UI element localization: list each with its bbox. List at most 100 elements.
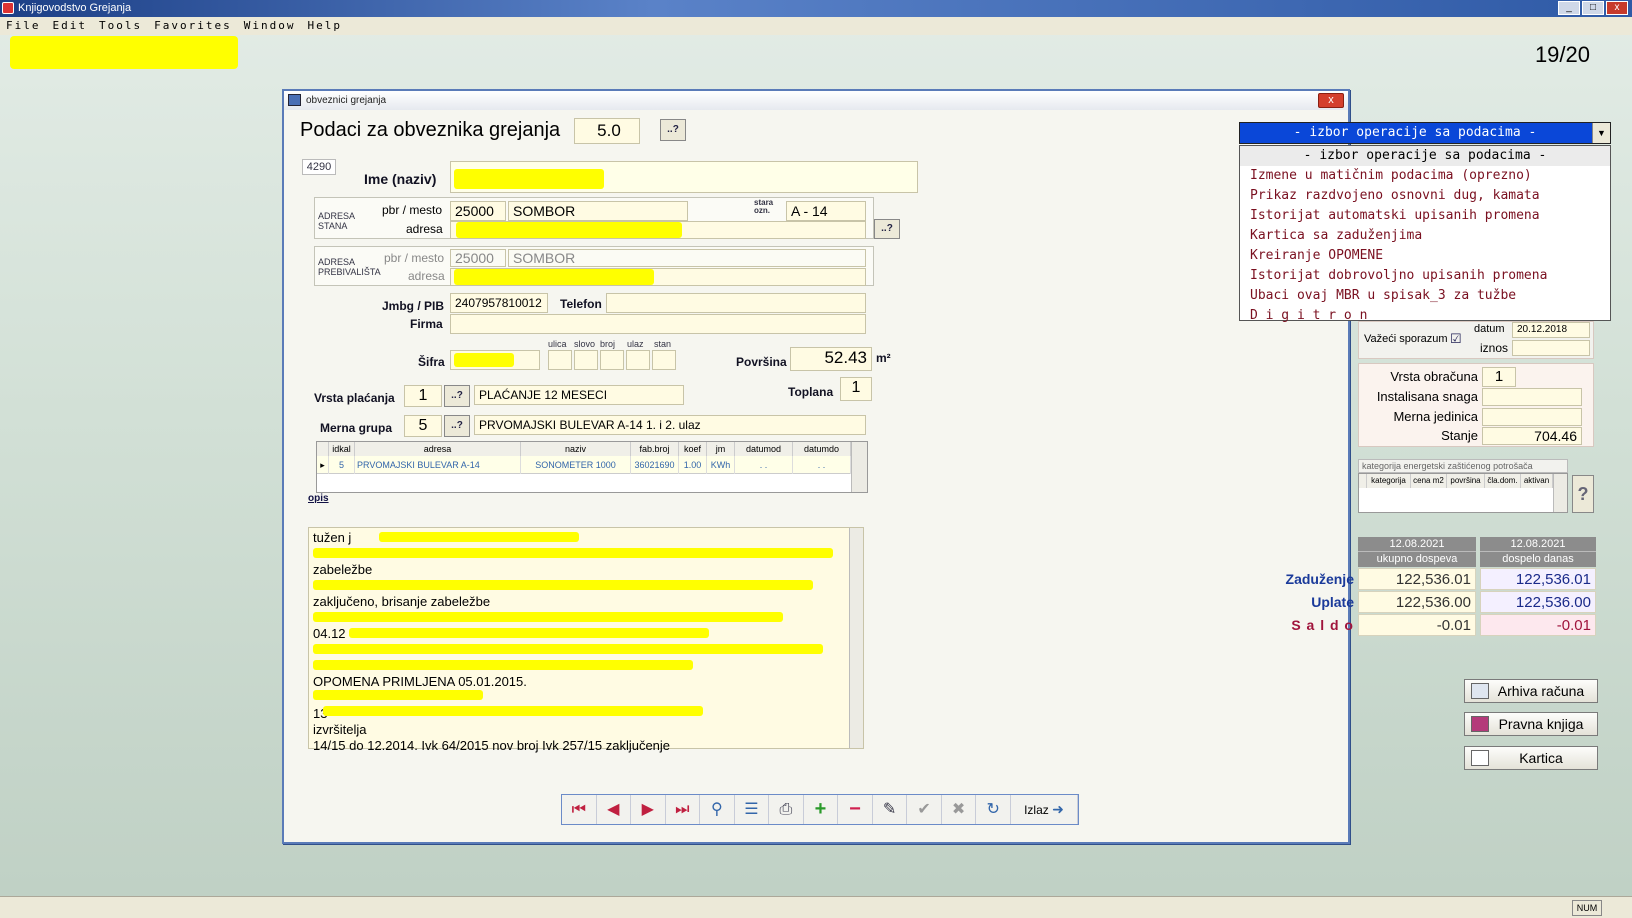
refresh-icon[interactable]: ↻ — [976, 795, 1011, 824]
grid-header: koef — [679, 442, 707, 456]
sporazum-checkbox[interactable]: ☑ — [1450, 331, 1462, 347]
grid-header: idkal — [329, 442, 355, 456]
version-field[interactable]: 5.0 — [574, 118, 640, 144]
option-item[interactable]: Izmene u matičnim podacima (oprezno) — [1240, 166, 1610, 186]
kategorija-help-button[interactable]: ? — [1572, 475, 1594, 513]
vrsta-obracuna-field[interactable]: 1 — [1482, 367, 1516, 387]
menu-file[interactable]: File — [6, 17, 41, 35]
grid-cell: . . — [793, 456, 851, 474]
grid-header: kategorija — [1367, 474, 1411, 488]
preb-pbr-field[interactable]: 25000 — [450, 249, 506, 267]
first-record-button[interactable]: ⏮ — [562, 795, 597, 824]
option-item[interactable]: Kreiranje OPOMENE — [1240, 246, 1610, 266]
menu-window[interactable]: Window — [244, 17, 296, 35]
zaduzenje-total: 122,536.01 — [1358, 568, 1476, 590]
zaduzenje-label: Zaduženje — [1285, 571, 1354, 587]
maximize-button[interactable]: □ — [1582, 1, 1604, 15]
grid-header: jm — [707, 442, 735, 456]
izlaz-button[interactable]: Izlaz ➜ — [1011, 795, 1079, 824]
stara-field[interactable]: A - 14 — [786, 201, 866, 221]
redacted-highlight — [313, 690, 483, 700]
opis-text: tužen j zabeležbe zaključeno, brisanje z… — [313, 530, 671, 753]
sifra-col-broj: broj — [600, 339, 616, 349]
book-icon — [1471, 716, 1489, 732]
check-icon[interactable]: ✔ — [907, 795, 942, 824]
menu-tools[interactable]: Tools — [99, 17, 142, 35]
telefon-field[interactable] — [606, 293, 866, 313]
minimize-button[interactable]: _ — [1558, 1, 1580, 15]
operation-select[interactable]: - izbor operacije sa podacima - ▼ — [1239, 122, 1611, 144]
kategorija-title: kategorija energetski zaštićenog potroša… — [1358, 459, 1568, 473]
grid-header: datumdo — [793, 442, 851, 456]
datum-field[interactable]: 20.12.2018 — [1512, 322, 1590, 338]
kategorija-scrollbar[interactable] — [1553, 474, 1567, 512]
iznos-field[interactable] — [1512, 340, 1590, 356]
merna-grupa-field[interactable]: 5 — [404, 415, 442, 437]
table-row[interactable]: ▸ 5 PRVOMAJSKI BULEVAR A-14 SONOMETER 10… — [317, 456, 851, 474]
sifra-col-slovo: slovo — [574, 339, 596, 349]
version-help-button[interactable]: ..? — [660, 119, 686, 141]
vrsta-placanja-field[interactable]: 1 — [404, 385, 442, 407]
sifra-ulaz-field[interactable] — [626, 350, 650, 370]
meter-grid: idkal adresa naziv fab.broj koef jm datu… — [316, 441, 868, 493]
kategorija-grid: kategorija cena m2 površina čla.dom. akt… — [1358, 473, 1568, 513]
opis-scrollbar[interactable] — [849, 528, 863, 748]
firma-field[interactable] — [450, 314, 866, 334]
instalisana-snaga-field[interactable] — [1482, 388, 1582, 406]
menu-help[interactable]: Help — [307, 17, 342, 35]
jmbg-field[interactable]: 2407957810012 — [450, 293, 548, 313]
povrsina-field[interactable]: 52.43 — [790, 347, 872, 371]
list-icon[interactable]: ☰ — [735, 795, 770, 824]
chevron-down-icon[interactable]: ▼ — [1592, 123, 1610, 143]
adresa-help-button[interactable]: ..? — [874, 219, 900, 239]
grid-cell: 36021690 — [631, 456, 679, 474]
option-item[interactable]: Istorijat dobrovoljno upisanih promena — [1240, 266, 1610, 286]
stan-mesto-field[interactable]: SOMBOR — [508, 201, 688, 221]
preb-mesto-field[interactable]: SOMBOR — [508, 249, 866, 267]
merna-grupa-help-button[interactable]: ..? — [444, 415, 470, 437]
option-item[interactable]: Istorijat automatski upisanih promena — [1240, 206, 1610, 226]
next-record-button[interactable]: ▶ — [631, 795, 666, 824]
toplana-field[interactable]: 1 — [840, 377, 872, 401]
grid-header: adresa — [355, 442, 521, 456]
option-item[interactable]: - izbor operacije sa podacima - — [1240, 146, 1610, 166]
redacted-highlight — [456, 222, 682, 238]
kartica-button[interactable]: Kartica — [1464, 746, 1598, 770]
search-icon[interactable]: ⚲ — [700, 795, 735, 824]
preb-pbr-label: pbr / mesto — [384, 251, 445, 265]
redacted-highlight — [313, 612, 783, 622]
cancel-icon[interactable]: ✖ — [942, 795, 977, 824]
grid-scrollbar[interactable] — [851, 442, 867, 492]
sifra-col-stan: stan — [654, 339, 672, 349]
menu-bar: File Edit Tools Favorites Window Help — [0, 17, 1632, 35]
remove-icon[interactable]: − — [838, 795, 873, 824]
option-item[interactable]: Prikaz razdvojeno osnovni dug, kamata — [1240, 186, 1610, 206]
menu-favorites[interactable]: Favorites — [154, 17, 232, 35]
last-record-button[interactable]: ⏭ — [666, 795, 701, 824]
stanje-field[interactable]: 704.46 — [1482, 427, 1582, 445]
vrsta-placanja-help-button[interactable]: ..? — [444, 385, 470, 407]
saldo-label: S a l d o — [1291, 617, 1354, 633]
stara-label: stara ozn. — [754, 198, 774, 215]
add-icon[interactable]: + — [804, 795, 839, 824]
close-app-button[interactable]: x — [1606, 1, 1628, 15]
dialog-close-button[interactable]: x — [1318, 93, 1344, 108]
operation-options-list: - izbor operacije sa podacima - Izmene u… — [1239, 145, 1611, 323]
option-item[interactable]: Ubaci ovaj MBR u spisak_3 za tužbe — [1240, 286, 1610, 306]
sifra-stan-field[interactable] — [652, 350, 676, 370]
stan-pbr-field[interactable]: 25000 — [450, 201, 506, 221]
sifra-slovo-field[interactable] — [574, 350, 598, 370]
arhiva-racuna-button[interactable]: Arhiva računa — [1464, 679, 1598, 703]
option-item[interactable]: Kartica sa zaduženjima — [1240, 226, 1610, 246]
opis-textarea[interactable]: tužen j zabeležbe zaključeno, brisanje z… — [308, 527, 864, 753]
prev-record-button[interactable]: ◀ — [597, 795, 632, 824]
sifra-col-ulaz: ulaz — [627, 339, 644, 349]
merna-jedinica-field[interactable] — [1482, 408, 1582, 426]
edit-icon[interactable]: ✎ — [873, 795, 908, 824]
sifra-ulica-field[interactable] — [548, 350, 572, 370]
sifra-broj-field[interactable] — [600, 350, 624, 370]
redacted-highlight — [454, 169, 604, 189]
print-icon[interactable]: ⎙ — [769, 795, 804, 824]
menu-edit[interactable]: Edit — [53, 17, 88, 35]
pravna-knjiga-button[interactable]: Pravna knjiga — [1464, 712, 1598, 736]
